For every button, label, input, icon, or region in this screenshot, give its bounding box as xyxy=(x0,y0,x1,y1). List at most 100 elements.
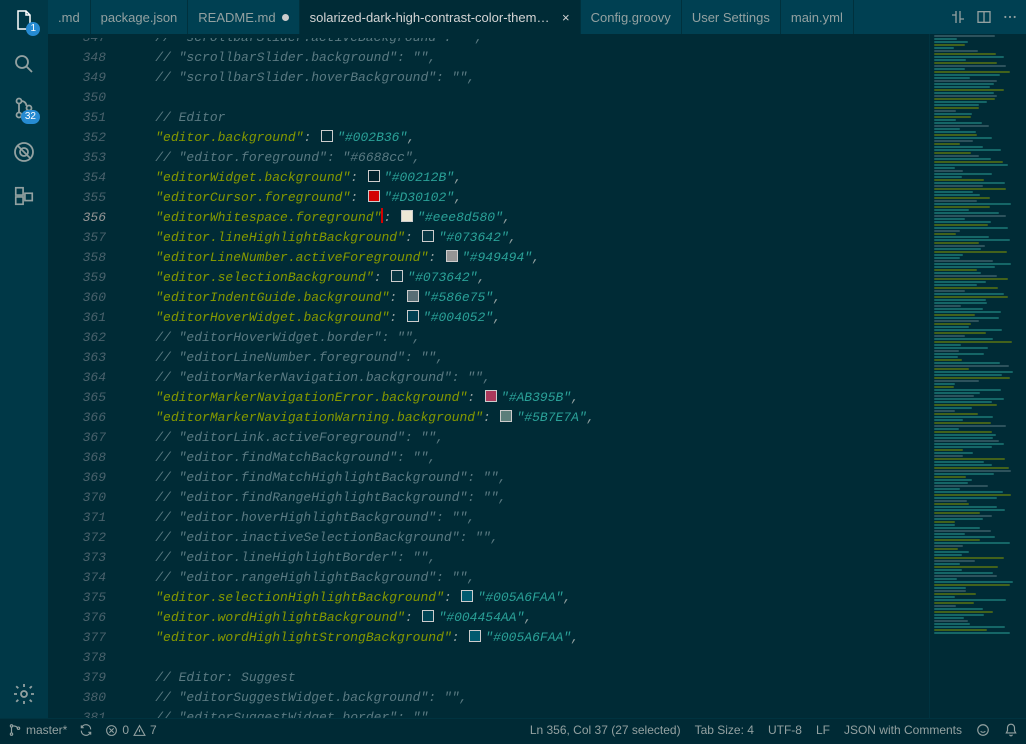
line-number: 374 xyxy=(48,568,106,588)
bell-icon[interactable] xyxy=(1004,723,1018,737)
code-line: // "editorHoverWidget.border": "", xyxy=(124,328,929,348)
line-number: 359 xyxy=(48,268,106,288)
more-icon[interactable] xyxy=(1002,9,1018,25)
extensions-icon[interactable] xyxy=(10,182,38,210)
color-swatch xyxy=(401,210,413,222)
line-number: 372 xyxy=(48,528,106,548)
line-number: 356 xyxy=(48,208,106,228)
line-number: 365 xyxy=(48,388,106,408)
branch-name: master* xyxy=(26,723,67,737)
sync-icon[interactable] xyxy=(79,723,93,737)
encoding[interactable]: UTF-8 xyxy=(768,723,802,737)
code-line: // "editorLink.activeForeground": "", xyxy=(124,428,929,448)
code-line: "editor.lineHighlightBackground": "#0736… xyxy=(124,228,929,248)
code-line: "editor.selectionBackground": "#073642", xyxy=(124,268,929,288)
code-line: "editorMarkerNavigationError.background"… xyxy=(124,388,929,408)
tab-6[interactable]: main.yml xyxy=(781,0,854,34)
code-line: // "editor.lineHighlightBorder": "", xyxy=(124,548,929,568)
line-number: 373 xyxy=(48,548,106,568)
tab-label: README.md xyxy=(198,10,275,25)
eol[interactable]: LF xyxy=(816,723,830,737)
tab-label: .md xyxy=(58,10,80,25)
settings-gear-icon[interactable] xyxy=(10,680,38,708)
color-swatch xyxy=(500,410,512,422)
tab-5[interactable]: User Settings xyxy=(682,0,781,34)
line-number: 379 xyxy=(48,668,106,688)
explorer-badge: 1 xyxy=(26,22,40,36)
tab-1[interactable]: package.json xyxy=(91,0,189,34)
code-line: // "editor.findRangeHighlightBackground"… xyxy=(124,488,929,508)
code-line: "editorWidget.background": "#00212B", xyxy=(124,168,929,188)
code-line: "editorLineNumber.activeForeground": "#9… xyxy=(124,248,929,268)
compare-icon[interactable] xyxy=(950,9,966,25)
close-icon[interactable]: × xyxy=(562,10,570,25)
color-swatch xyxy=(407,310,419,322)
code-line: "editorCursor.foreground": "#D30102", xyxy=(124,188,929,208)
color-swatch xyxy=(469,630,481,642)
code-line: // "editorSuggestWidget.background": "", xyxy=(124,688,929,708)
line-number: 347 xyxy=(48,38,106,48)
color-swatch xyxy=(391,270,403,282)
line-number: 375 xyxy=(48,588,106,608)
tab-2[interactable]: README.md xyxy=(188,0,299,34)
line-number: 380 xyxy=(48,688,106,708)
language-mode[interactable]: JSON with Comments xyxy=(844,723,962,737)
line-number: 352 xyxy=(48,128,106,148)
code-line: "editorWhitespace.foreground": "#eee8d58… xyxy=(124,208,929,228)
split-editor-icon[interactable] xyxy=(976,9,992,25)
debug-icon[interactable] xyxy=(10,138,38,166)
source-control-icon[interactable]: 32 xyxy=(10,94,38,122)
warning-count: 7 xyxy=(150,723,157,737)
code-line: // "editorSuggestWidget.border": "", xyxy=(124,708,929,718)
code-line xyxy=(124,88,929,108)
color-swatch xyxy=(461,590,473,602)
line-number: 369 xyxy=(48,468,106,488)
line-number: 348 xyxy=(48,48,106,68)
color-swatch xyxy=(321,130,333,142)
code-line: // "editor.findMatchBackground": "", xyxy=(124,448,929,468)
line-number: 363 xyxy=(48,348,106,368)
status-bar: master* 0 7 Ln 356, Col 37 (27 selected)… xyxy=(0,718,1026,741)
line-number: 350 xyxy=(48,88,106,108)
color-swatch xyxy=(485,390,497,402)
tab-4[interactable]: Config.groovy xyxy=(581,0,682,34)
minimap[interactable] xyxy=(929,34,1026,718)
code-line: "editorHoverWidget.background": "#004052… xyxy=(124,308,929,328)
tab-0[interactable]: .md xyxy=(48,0,91,34)
problems-indicator[interactable]: 0 7 xyxy=(105,723,156,737)
modified-indicator xyxy=(282,14,289,21)
line-number: 361 xyxy=(48,308,106,328)
feedback-icon[interactable] xyxy=(976,723,990,737)
tab-label: User Settings xyxy=(692,10,770,25)
line-number: 368 xyxy=(48,448,106,468)
line-number: 354 xyxy=(48,168,106,188)
line-number: 355 xyxy=(48,188,106,208)
tab-3[interactable]: solarized-dark-high-contrast-color-theme… xyxy=(300,0,581,34)
line-number: 366 xyxy=(48,408,106,428)
line-number: 376 xyxy=(48,608,106,628)
code-line: // "editor.findMatchHighlightBackground"… xyxy=(124,468,929,488)
cursor-position[interactable]: Ln 356, Col 37 (27 selected) xyxy=(530,723,681,737)
code-area[interactable]: // "scrollbarSlider.activeBackground": "… xyxy=(124,34,929,718)
branch-indicator[interactable]: master* xyxy=(8,723,67,737)
line-number: 370 xyxy=(48,488,106,508)
line-number: 351 xyxy=(48,108,106,128)
code-line: // Editor xyxy=(124,108,929,128)
tab-label: main.yml xyxy=(791,10,843,25)
line-number: 371 xyxy=(48,508,106,528)
color-swatch xyxy=(407,290,419,302)
line-number: 349 xyxy=(48,68,106,88)
tab-size[interactable]: Tab Size: 4 xyxy=(695,723,754,737)
code-line: // "editorLineNumber.foreground": "", xyxy=(124,348,929,368)
code-line: "editor.wordHighlightBackground": "#0044… xyxy=(124,608,929,628)
scm-badge: 32 xyxy=(21,110,40,124)
line-number: 364 xyxy=(48,368,106,388)
editor[interactable]: 3473483493503513523533543553563573583593… xyxy=(48,34,1026,718)
code-line: "editor.wordHighlightStrongBackground": … xyxy=(124,628,929,648)
tab-label: package.json xyxy=(101,10,178,25)
code-line: // "editor.hoverHighlightBackground": ""… xyxy=(124,508,929,528)
search-icon[interactable] xyxy=(10,50,38,78)
line-number: 377 xyxy=(48,628,106,648)
explorer-icon[interactable]: 1 xyxy=(10,6,38,34)
line-number: 358 xyxy=(48,248,106,268)
